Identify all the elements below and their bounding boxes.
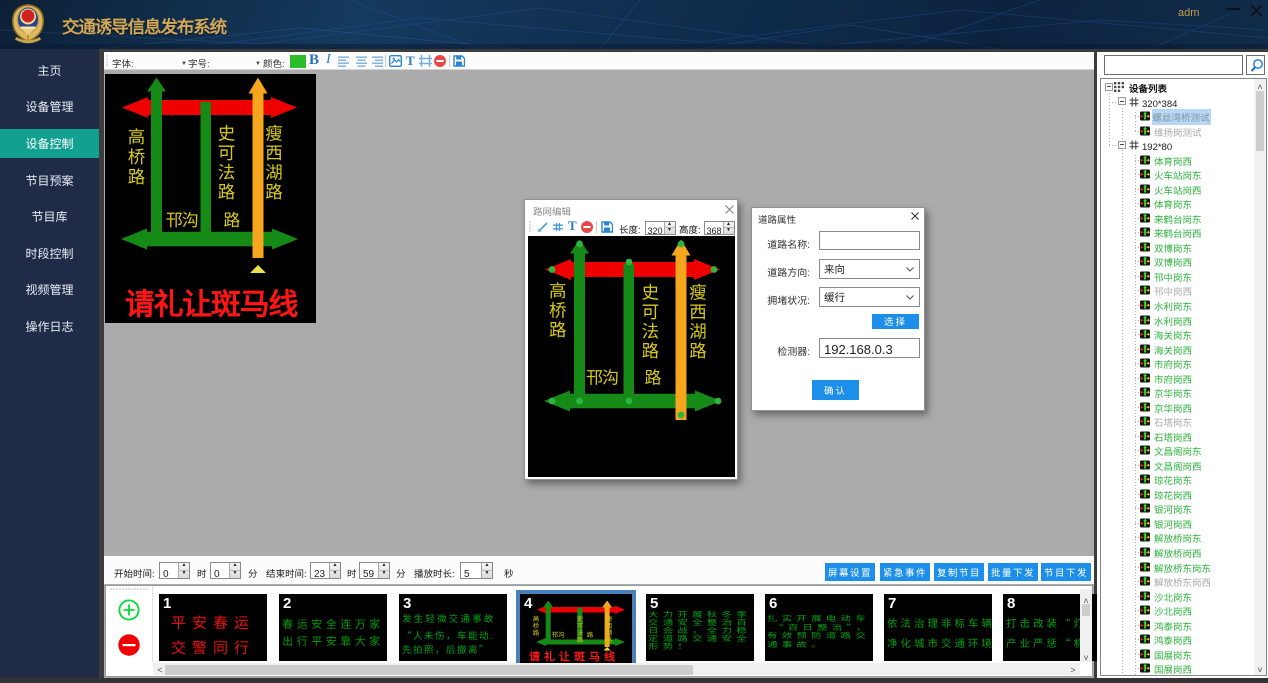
svg-text:路: 路 — [549, 317, 567, 342]
svg-text:路: 路 — [265, 179, 283, 204]
svg-text:邗沟: 邗沟 — [586, 364, 618, 389]
svg-text:路: 路 — [642, 338, 660, 363]
svg-text:路: 路 — [645, 364, 662, 389]
svg-text:路: 路 — [587, 629, 594, 639]
svg-text:路: 路 — [223, 206, 240, 231]
svg-text:请礼让斑马线: 请礼让斑马线 — [529, 648, 619, 664]
svg-text:邗沟: 邗沟 — [166, 206, 198, 231]
svg-text:路: 路 — [577, 634, 584, 644]
svg-text:请礼让斑马线: 请礼让斑马线 — [125, 280, 298, 324]
svg-text:路: 路 — [128, 164, 146, 189]
svg-text:路: 路 — [533, 627, 540, 637]
svg-text:路: 路 — [689, 338, 707, 363]
svg-text:路: 路 — [218, 179, 236, 204]
svg-text:邗沟: 邗沟 — [552, 629, 565, 639]
svg-text:路: 路 — [606, 634, 613, 644]
